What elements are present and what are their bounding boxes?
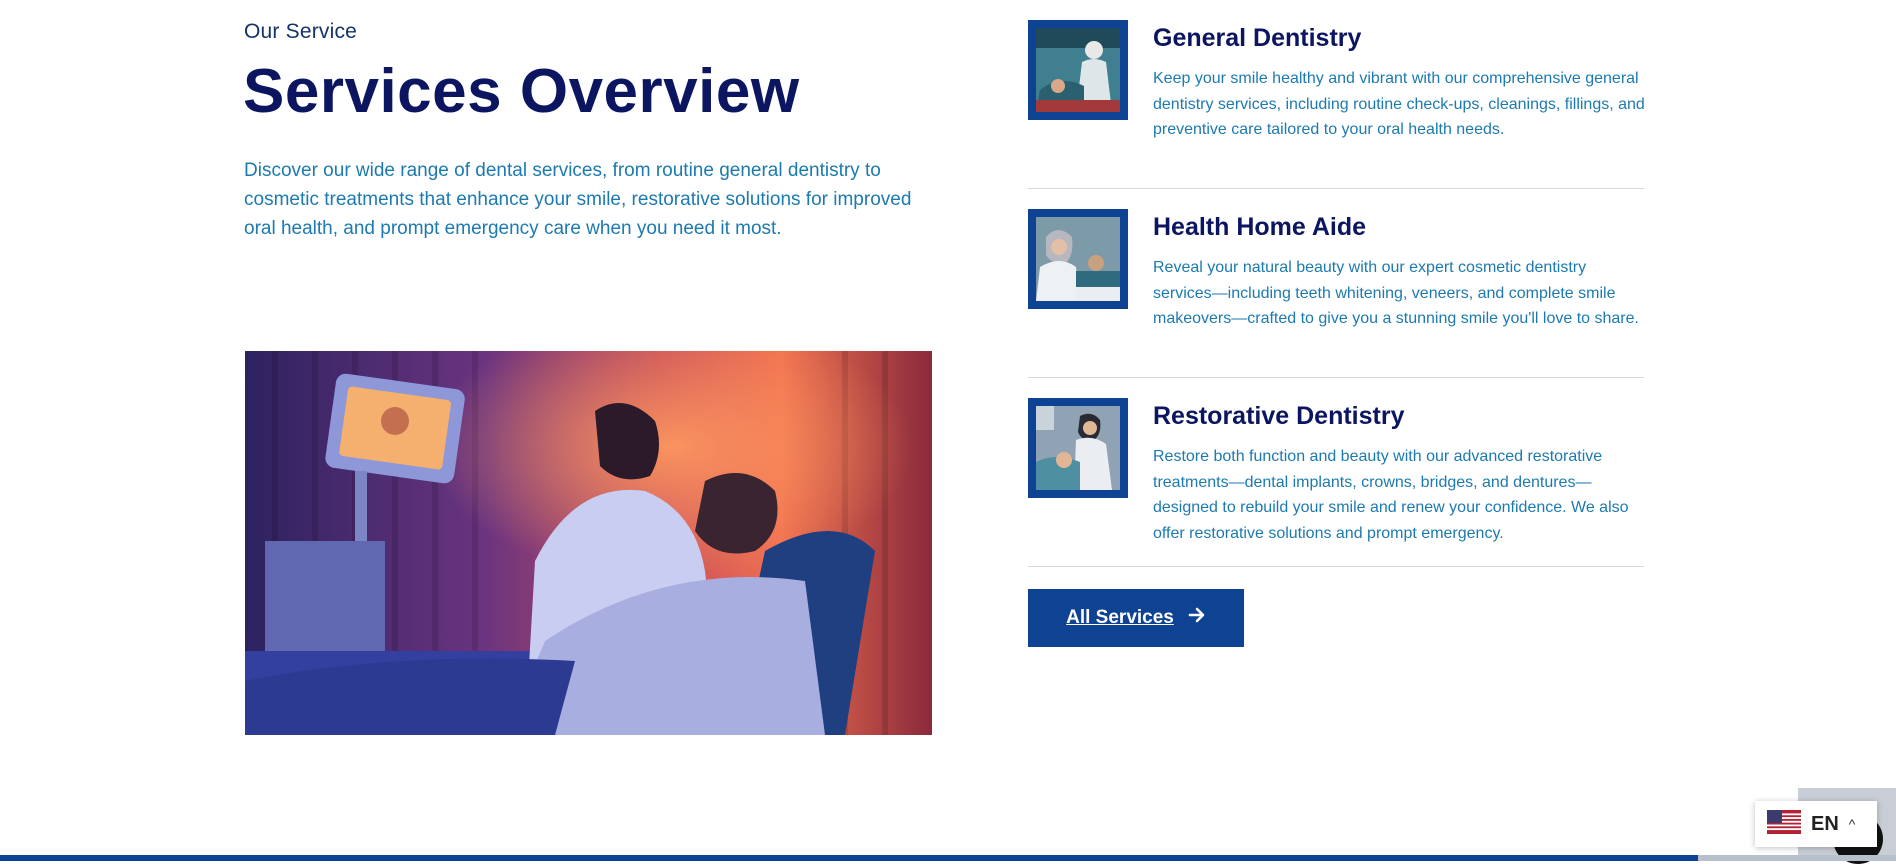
all-services-label: All Services bbox=[1066, 607, 1174, 628]
service-description: Keep your smile healthy and vibrant with… bbox=[1153, 70, 1645, 138]
service-description: Restore both function and beauty with ou… bbox=[1153, 448, 1629, 542]
service-title[interactable]: General Dentistry bbox=[1153, 24, 1361, 53]
language-code: EN bbox=[1811, 812, 1839, 835]
service-thumbnail bbox=[1028, 209, 1128, 309]
footer-accent-bar-secondary bbox=[1698, 855, 1896, 861]
arrow-right-icon bbox=[1188, 606, 1206, 630]
page-title: Services Overview bbox=[243, 57, 800, 126]
chevron-up-icon: ^ bbox=[1848, 816, 1856, 832]
language-switcher[interactable]: EN ^ bbox=[1755, 801, 1877, 847]
service-title[interactable]: Restorative Dentistry bbox=[1153, 402, 1404, 431]
hero-image bbox=[245, 351, 932, 735]
service-description: Reveal your natural beauty with our expe… bbox=[1153, 259, 1639, 327]
service-title[interactable]: Health Home Aide bbox=[1153, 213, 1366, 242]
service-thumbnail bbox=[1028, 20, 1128, 120]
us-flag-icon bbox=[1767, 809, 1801, 839]
service-list: General Dentistry Keep your smile health… bbox=[1028, 20, 1645, 567]
eyebrow-label: Our Service bbox=[244, 20, 358, 43]
service-item[interactable]: Restorative Dentistry Restore both funct… bbox=[1028, 398, 1644, 567]
intro-text: Discover our wide range of dental servic… bbox=[244, 160, 912, 239]
footer-accent-bar bbox=[0, 855, 1698, 861]
service-item[interactable]: General Dentistry Keep your smile health… bbox=[1028, 20, 1645, 189]
all-services-button[interactable]: All Services bbox=[1028, 589, 1244, 647]
service-item[interactable]: Health Home Aide Reveal your natural bea… bbox=[1028, 209, 1644, 378]
service-thumbnail bbox=[1028, 398, 1128, 498]
